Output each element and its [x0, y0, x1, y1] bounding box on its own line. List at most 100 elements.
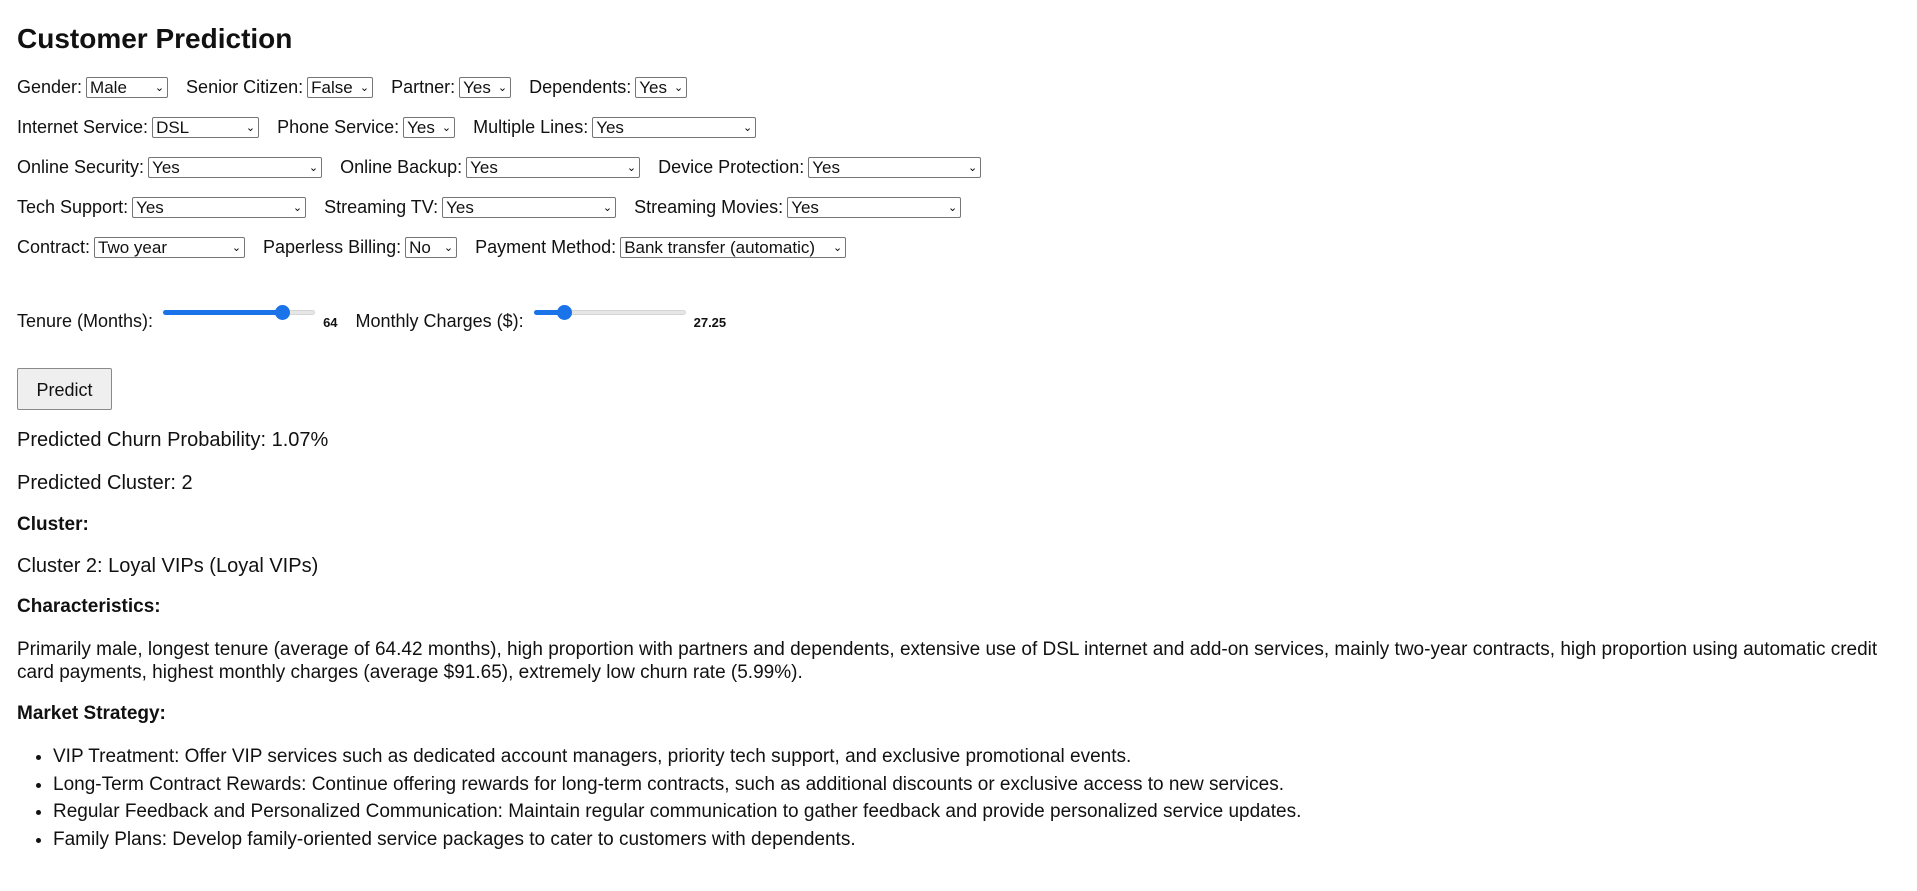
- chevron-down-icon: ⌄: [674, 81, 684, 94]
- streaming-tv-select[interactable]: Yes ⌄: [442, 196, 617, 218]
- list-item: Regular Feedback and Personalized Commun…: [53, 798, 1301, 826]
- churn-probability-text: Predicted Churn Probability: 1.07%: [17, 429, 329, 451]
- payment-method-select[interactable]: Bank transfer (automatic) ⌄: [620, 236, 847, 258]
- list-item: VIP Treatment: Offer VIP services such a…: [53, 743, 1301, 771]
- chevron-down-icon: ⌄: [832, 241, 843, 254]
- phone-service-value: Yes: [407, 117, 435, 137]
- internet-service-label: Internet Service:: [17, 116, 149, 137]
- internet-service-field: Internet Service: DSL ⌄: [17, 116, 260, 138]
- chevron-down-icon: ⌄: [626, 161, 637, 174]
- partner-label: Partner:: [391, 76, 456, 97]
- multiple-lines-label: Multiple Lines:: [473, 116, 589, 137]
- streaming-movies-select[interactable]: Yes ⌄: [787, 196, 962, 218]
- page-title: Customer Prediction: [17, 23, 293, 54]
- chevron-down-icon: ⌄: [292, 201, 303, 214]
- multiple-lines-value: Yes: [596, 117, 624, 137]
- monthly-charges-slider[interactable]: [533, 302, 686, 322]
- chevron-down-icon: ⌄: [441, 121, 452, 134]
- internet-service-value: DSL: [156, 117, 190, 137]
- online-security-value: Yes: [152, 157, 180, 177]
- senior-citizen-select[interactable]: False ⌄: [307, 76, 374, 98]
- streaming-tv-value: Yes: [446, 197, 474, 217]
- tech-support-field: Tech Support: Yes ⌄: [17, 196, 307, 218]
- internet-service-select[interactable]: DSL ⌄: [152, 116, 260, 138]
- payment-method-label: Payment Method:: [475, 236, 617, 257]
- gender-label: Gender:: [17, 76, 83, 97]
- dependents-label: Dependents:: [529, 76, 632, 97]
- device-protection-value: Yes: [812, 157, 840, 177]
- online-security-field: Online Security: Yes ⌄: [17, 156, 323, 178]
- senior-citizen-label: Senior Citizen:: [186, 76, 304, 97]
- chevron-down-icon: ⌄: [602, 201, 613, 214]
- tech-support-label: Tech Support:: [17, 196, 129, 217]
- chevron-down-icon: ⌄: [154, 81, 165, 94]
- form-row-billing: Contract: Two year ⌄ Paperless Billing: …: [17, 235, 864, 259]
- chevron-down-icon: ⌄: [231, 241, 242, 254]
- list-item: Family Plans: Develop family-oriented se…: [53, 826, 1301, 854]
- streaming-tv-field: Streaming TV: Yes ⌄: [324, 196, 617, 218]
- chevron-down-icon: ⌄: [968, 161, 978, 174]
- streaming-movies-value: Yes: [791, 197, 819, 217]
- paperless-billing-select[interactable]: No ⌄: [405, 236, 458, 258]
- characteristics-heading: Characteristics:: [17, 596, 161, 617]
- chevron-down-icon: ⌄: [245, 121, 256, 134]
- senior-citizen-value: False: [311, 77, 353, 97]
- tenure-slider[interactable]: [163, 302, 316, 322]
- gender-select[interactable]: Male ⌄: [86, 76, 169, 98]
- online-security-label: Online Security:: [17, 156, 145, 177]
- device-protection-field: Device Protection: Yes ⌄: [658, 156, 982, 178]
- monthly-charges-label: Monthly Charges ($):: [355, 310, 524, 331]
- form-row-streaming: Tech Support: Yes ⌄ Streaming TV: Yes ⌄ …: [17, 195, 979, 219]
- market-strategy-heading: Market Strategy:: [17, 703, 166, 724]
- predict-button[interactable]: Predict: [17, 368, 112, 410]
- characteristics-text: Primarily male, longest tenure (average …: [17, 639, 1878, 683]
- multiple-lines-select[interactable]: Yes ⌄: [592, 116, 757, 138]
- dependents-field: Dependents: Yes ⌄: [529, 76, 688, 98]
- form-row-services: Internet Service: DSL ⌄ Phone Service: Y…: [17, 115, 774, 139]
- partner-value: Yes: [463, 77, 491, 97]
- online-backup-select[interactable]: Yes ⌄: [466, 156, 641, 178]
- partner-field: Partner: Yes ⌄: [391, 76, 512, 98]
- device-protection-label: Device Protection:: [658, 156, 805, 177]
- phone-service-field: Phone Service: Yes ⌄: [277, 116, 456, 138]
- payment-method-field: Payment Method: Bank transfer (automatic…: [475, 236, 847, 258]
- contract-select[interactable]: Two year ⌄: [94, 236, 246, 258]
- slider-thumb[interactable]: [556, 305, 572, 320]
- slider-fill: [163, 310, 283, 315]
- phone-service-label: Phone Service:: [277, 116, 400, 137]
- dependents-select[interactable]: Yes ⌄: [635, 76, 688, 98]
- paperless-billing-label: Paperless Billing:: [263, 236, 402, 257]
- gender-field: Gender: Male ⌄: [17, 76, 169, 98]
- form-row-sliders: Tenure (Months): 64 Monthly Charges ($):…: [17, 305, 744, 333]
- strategy-list: VIP Treatment: Offer VIP services such a…: [17, 743, 1301, 853]
- paperless-billing-field: Paperless Billing: No ⌄: [263, 236, 458, 258]
- payment-method-value: Bank transfer (automatic): [624, 237, 816, 257]
- tech-support-select[interactable]: Yes ⌄: [132, 196, 307, 218]
- monthly-charges-value: 27.25: [693, 314, 727, 330]
- phone-service-select[interactable]: Yes ⌄: [403, 116, 456, 138]
- chevron-down-icon: ⌄: [308, 161, 319, 174]
- online-security-select[interactable]: Yes ⌄: [148, 156, 323, 178]
- gender-value: Male: [90, 77, 127, 97]
- chevron-down-icon: ⌄: [359, 81, 370, 94]
- chevron-down-icon: ⌄: [947, 201, 958, 214]
- predicted-cluster-text: Predicted Cluster: 2: [17, 472, 193, 494]
- multiple-lines-field: Multiple Lines: Yes ⌄: [473, 116, 757, 138]
- contract-field: Contract: Two year ⌄: [17, 236, 246, 258]
- paperless-billing-value: No: [409, 237, 431, 257]
- tenure-value: 64: [323, 314, 338, 330]
- cluster-heading: Cluster:: [17, 514, 89, 535]
- form-row-demographics: Gender: Male ⌄ Senior Citizen: False ⌄ P…: [17, 75, 705, 99]
- partner-select[interactable]: Yes ⌄: [459, 76, 512, 98]
- chevron-down-icon: ⌄: [497, 81, 508, 94]
- online-backup-label: Online Backup:: [340, 156, 463, 177]
- senior-citizen-field: Senior Citizen: False ⌄: [186, 76, 374, 98]
- streaming-movies-field: Streaming Movies: Yes ⌄: [634, 196, 962, 218]
- dependents-value: Yes: [639, 77, 667, 97]
- chevron-down-icon: ⌄: [443, 241, 454, 254]
- slider-thumb[interactable]: [275, 305, 291, 320]
- streaming-tv-label: Streaming TV:: [324, 196, 439, 217]
- chevron-down-icon: ⌄: [742, 121, 753, 134]
- tech-support-value: Yes: [136, 197, 164, 217]
- device-protection-select[interactable]: Yes ⌄: [808, 156, 982, 178]
